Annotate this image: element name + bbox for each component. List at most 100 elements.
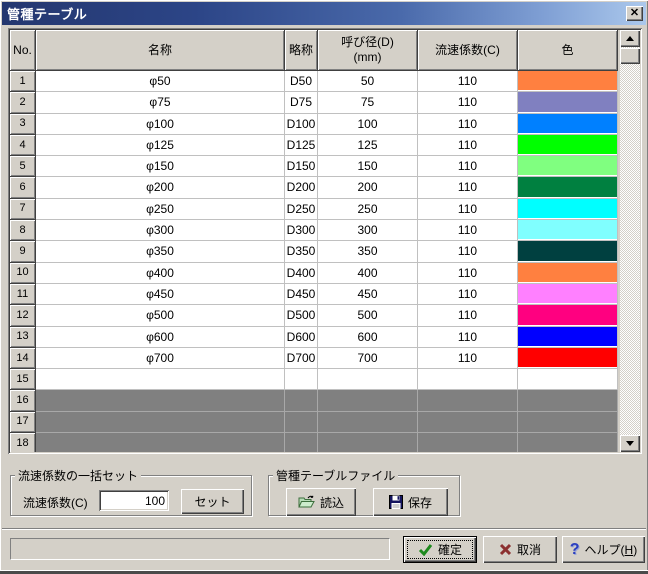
cell-color[interactable] bbox=[518, 241, 618, 263]
cell-diameter[interactable] bbox=[318, 369, 418, 391]
cell-name[interactable]: φ350 bbox=[36, 241, 285, 263]
color-swatch[interactable] bbox=[518, 241, 617, 261]
scrollbar-thumb[interactable] bbox=[620, 48, 640, 64]
cell-name[interactable]: φ700 bbox=[36, 347, 285, 370]
cell-abbr[interactable]: D75 bbox=[285, 92, 318, 114]
ok-button[interactable]: 確定 bbox=[403, 536, 477, 563]
close-button[interactable]: ✕ bbox=[626, 6, 643, 21]
cell-name[interactable]: φ300 bbox=[36, 220, 285, 242]
cell-name[interactable]: φ200 bbox=[36, 177, 285, 199]
cell-color[interactable] bbox=[518, 305, 618, 327]
cell-color[interactable] bbox=[518, 326, 618, 348]
cell-color[interactable] bbox=[518, 71, 618, 93]
cell-abbr[interactable]: D150 bbox=[285, 156, 318, 178]
cell-diameter[interactable]: 700 bbox=[318, 347, 418, 370]
cell-abbr[interactable]: D200 bbox=[285, 177, 318, 199]
cell-abbr[interactable]: D700 bbox=[285, 347, 318, 370]
row-header[interactable]: 17 bbox=[10, 411, 36, 434]
cell-name[interactable]: φ250 bbox=[36, 198, 285, 221]
row-header[interactable]: 11 bbox=[10, 283, 36, 306]
cell-abbr[interactable]: D400 bbox=[285, 262, 318, 284]
row-header[interactable]: 18 bbox=[10, 433, 36, 452]
row-header[interactable]: 15 bbox=[10, 369, 36, 391]
cell-coeff[interactable]: 110 bbox=[418, 262, 518, 284]
cancel-button[interactable]: 取消 bbox=[483, 536, 557, 563]
cell-coeff[interactable]: 110 bbox=[418, 156, 518, 178]
cell-diameter[interactable]: 450 bbox=[318, 283, 418, 306]
color-swatch[interactable] bbox=[518, 113, 617, 133]
cell-name[interactable]: φ450 bbox=[36, 283, 285, 306]
cell-abbr[interactable]: D50 bbox=[285, 71, 318, 93]
cell-color[interactable] bbox=[518, 134, 618, 157]
cell-coeff[interactable]: 110 bbox=[418, 177, 518, 199]
row-header[interactable]: 13 bbox=[10, 326, 36, 348]
color-swatch[interactable] bbox=[518, 92, 617, 112]
cell-coeff[interactable]: 110 bbox=[418, 347, 518, 370]
cell-abbr[interactable]: D250 bbox=[285, 198, 318, 221]
row-header[interactable]: 8 bbox=[10, 220, 36, 242]
cell-name[interactable]: φ100 bbox=[36, 113, 285, 135]
color-swatch[interactable] bbox=[518, 71, 617, 91]
cell-coeff[interactable]: 110 bbox=[418, 241, 518, 263]
load-button[interactable]: 読込 bbox=[286, 488, 356, 516]
row-header[interactable]: 16 bbox=[10, 390, 36, 412]
cell-coeff[interactable]: 110 bbox=[418, 71, 518, 93]
cell-coeff[interactable]: 110 bbox=[418, 92, 518, 114]
cell-color[interactable] bbox=[518, 369, 618, 391]
color-swatch[interactable] bbox=[518, 283, 617, 304]
color-swatch[interactable] bbox=[518, 156, 617, 176]
color-swatch[interactable] bbox=[518, 305, 617, 325]
save-button[interactable]: 保存 bbox=[373, 488, 448, 516]
cell-coeff[interactable]: 110 bbox=[418, 283, 518, 306]
cell-abbr[interactable]: D500 bbox=[285, 305, 318, 327]
row-header[interactable]: 7 bbox=[10, 198, 36, 221]
cell-diameter[interactable]: 100 bbox=[318, 113, 418, 135]
cell-coeff[interactable]: 110 bbox=[418, 134, 518, 157]
cell-color[interactable] bbox=[518, 347, 618, 370]
color-swatch[interactable] bbox=[518, 326, 617, 346]
cell-color[interactable] bbox=[518, 92, 618, 114]
cell-diameter[interactable]: 300 bbox=[318, 220, 418, 242]
cell-abbr[interactable] bbox=[285, 369, 318, 391]
cell-abbr[interactable]: D300 bbox=[285, 220, 318, 242]
cell-diameter[interactable]: 250 bbox=[318, 198, 418, 221]
cell-coeff[interactable]: 110 bbox=[418, 326, 518, 348]
row-header[interactable]: 2 bbox=[10, 92, 36, 114]
cell-diameter[interactable]: 75 bbox=[318, 92, 418, 114]
cell-color[interactable] bbox=[518, 156, 618, 178]
cell-diameter[interactable]: 350 bbox=[318, 241, 418, 263]
scroll-down-button[interactable] bbox=[620, 435, 640, 452]
row-header[interactable]: 5 bbox=[10, 156, 36, 178]
row-header[interactable]: 12 bbox=[10, 305, 36, 327]
cell-coeff[interactable]: 110 bbox=[418, 305, 518, 327]
row-header[interactable]: 6 bbox=[10, 177, 36, 199]
cell-abbr[interactable]: D600 bbox=[285, 326, 318, 348]
cell-diameter[interactable]: 200 bbox=[318, 177, 418, 199]
row-header[interactable]: 10 bbox=[10, 262, 36, 284]
cell-coeff[interactable]: 110 bbox=[418, 220, 518, 242]
row-header[interactable]: 4 bbox=[10, 134, 36, 157]
coeff-input[interactable] bbox=[99, 490, 169, 511]
cell-color[interactable] bbox=[518, 113, 618, 135]
cell-color[interactable] bbox=[518, 262, 618, 284]
cell-abbr[interactable]: D100 bbox=[285, 113, 318, 135]
cell-name[interactable]: φ75 bbox=[36, 92, 285, 114]
cell-coeff[interactable]: 110 bbox=[418, 198, 518, 221]
cell-name[interactable] bbox=[36, 369, 285, 391]
cell-name[interactable]: φ400 bbox=[36, 262, 285, 284]
cell-diameter[interactable]: 50 bbox=[318, 71, 418, 93]
cell-name[interactable]: φ500 bbox=[36, 305, 285, 327]
row-header[interactable]: 1 bbox=[10, 71, 36, 93]
cell-color[interactable] bbox=[518, 283, 618, 306]
cell-diameter[interactable]: 400 bbox=[318, 262, 418, 284]
color-swatch[interactable] bbox=[518, 177, 617, 197]
cell-diameter[interactable]: 150 bbox=[318, 156, 418, 178]
cell-color[interactable] bbox=[518, 177, 618, 199]
scroll-up-button[interactable] bbox=[620, 30, 640, 47]
cell-abbr[interactable]: D350 bbox=[285, 241, 318, 263]
cell-coeff[interactable] bbox=[418, 369, 518, 391]
cell-color[interactable] bbox=[518, 198, 618, 221]
cell-diameter[interactable]: 600 bbox=[318, 326, 418, 348]
cell-coeff[interactable]: 110 bbox=[418, 113, 518, 135]
cell-color[interactable] bbox=[518, 220, 618, 242]
